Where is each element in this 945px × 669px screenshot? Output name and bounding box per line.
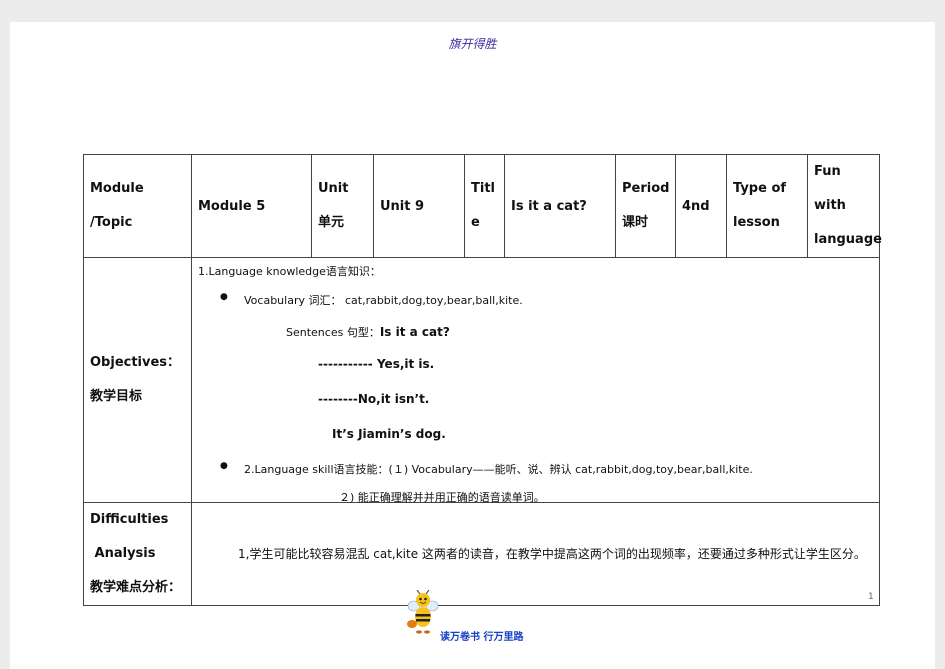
period-value: 4nd [675,154,727,258]
unit-label-cn: 单元 [318,215,345,230]
lesson-label: lesson [733,215,780,230]
table-header-row: Module /Topic Module 5 Unit 单元 Unit 9 Ti… [83,154,882,258]
period-label-cell: Period 课时 [615,154,676,258]
difficulties-label: Difficulties [90,512,169,527]
answer-no: --------No,it isn’t. [318,392,430,406]
answer-yes: ----------- Yes,it is. [318,357,435,371]
module-label-cell: Module /Topic [83,154,192,258]
unit-label: Unit [318,181,349,196]
sentences-line: Sentences 句型：Is it a cat? [286,324,450,340]
unit-value: Unit 9 [373,154,465,258]
its-sentence: It’s Jiamin’s dog. [332,427,446,441]
period-label-cn: 课时 [622,215,649,230]
type-value-2: language [814,232,882,247]
language-skill-line-2: ２) 能正确理解并并用正确的语音读单词。 [339,491,545,504]
unit-label-cell: Unit 单元 [311,154,374,258]
type-label: Type of [733,181,787,196]
title-label: Titl [471,181,495,196]
difficulties-text: 1,学生可能比较容易混乱 cat,kite 这两者的读音，在教学中提高这两个词的… [191,502,880,606]
title-value: Is it a cat? [504,154,616,258]
page-number: 1 [868,592,874,602]
analysis-label: Analysis [94,546,156,561]
type-value-cell: Fun with language [807,154,882,258]
footer-slogan: 读万卷书 行万里路 [440,632,524,643]
objectives-label: Objectives： [90,355,181,370]
language-skill-line: 2.Language skill语言技能：(１) Vocabulary——能听、… [244,463,753,476]
title-label-cell: Titl e [464,154,505,258]
module-label: Module [90,181,144,196]
objectives-content-cell: 1.Language knowledge语言知识： ● Vocabulary 词… [191,257,880,504]
bee-mascot-icon [407,590,439,634]
type-label-cell: Type of lesson [726,154,808,258]
language-knowledge-heading: 1.Language knowledge语言知识： [198,265,381,278]
page-header-title: 旗开得胜 [448,37,497,51]
title-label-end: e [471,215,480,230]
vocabulary-line: Vocabulary 词汇： cat,rabbit,dog,toy,bear,b… [244,294,523,307]
sentences-prefix: Sentences 句型： [286,326,380,339]
bullet-icon: ● [220,461,228,471]
sentence-main: Is it a cat? [379,325,450,339]
difficulties-row: Difficulties Analysis 教学难点分析： 1,学生可能比较容易… [83,502,880,606]
difficulties-label-cell: Difficulties Analysis 教学难点分析： [83,502,192,606]
difficulties-label-cn: 教学难点分析： [90,580,182,595]
objectives-row: Objectives： 教学目标 1.Language knowledge语言知… [83,257,880,504]
topic-label: /Topic [90,215,133,230]
type-value: Fun with [814,164,846,213]
period-label: Period [622,181,670,196]
objectives-label-cn: 教学目标 [90,389,143,404]
lesson-plan-table: Module /Topic Module 5 Unit 单元 Unit 9 Ti… [83,154,882,606]
bullet-icon: ● [220,292,228,302]
objectives-label-cell: Objectives： 教学目标 [83,257,192,503]
module-value: Module 5 [191,154,312,258]
